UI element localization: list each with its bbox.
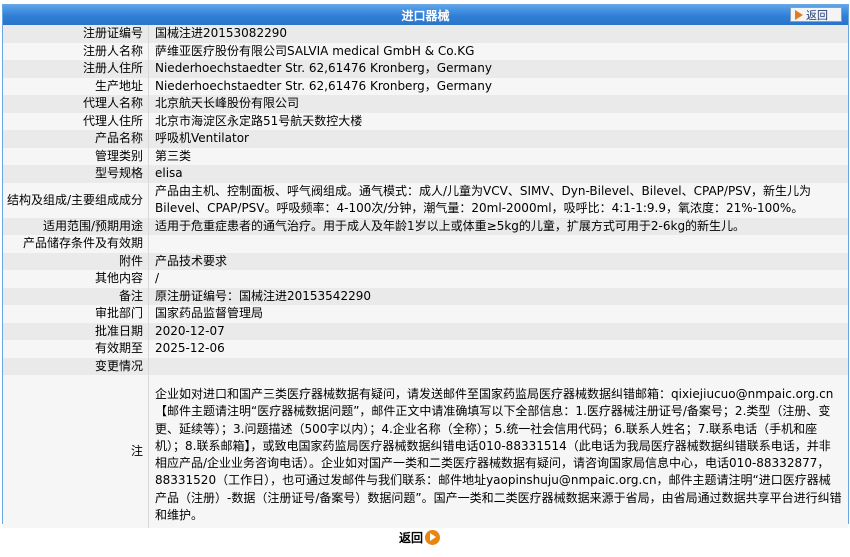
table-row: 批准日期 2020-12-07 <box>3 322 848 340</box>
detail-panel: 进口器械 返回 注册证编号 国械注进20153082290 注册人名称 萨维亚医疗股… <box>2 4 849 528</box>
row-value: 国家药品监督管理局 <box>149 305 848 323</box>
table-row: 注册证编号 国械注进20153082290 <box>3 25 848 43</box>
note-label: 注 <box>3 375 149 528</box>
row-label: 产品名称 <box>3 130 149 148</box>
row-label: 代理人住所 <box>3 112 149 130</box>
row-label: 管理类别 <box>3 147 149 165</box>
table-row: 审批部门 国家药品监督管理局 <box>3 305 848 323</box>
back-button-top[interactable]: 返回 <box>790 7 842 22</box>
row-value: 北京航天长峰股份有限公司 <box>149 95 848 113</box>
table-row: 生产地址 Niederhoechstaedter Str. 62,61476 Kr… <box>3 77 848 95</box>
row-label: 生产地址 <box>3 77 149 95</box>
row-value: 产品技术要求 <box>149 252 848 270</box>
page-title: 进口器械 <box>401 9 450 23</box>
row-value: / <box>149 270 848 288</box>
row-value: 2020-12-07 <box>149 322 848 340</box>
row-label: 代理人名称 <box>3 95 149 113</box>
row-value: 北京市海淀区永定路51号航天数控大楼 <box>149 112 848 130</box>
row-label: 审批部门 <box>3 305 149 323</box>
info-table: 注册证编号 国械注进20153082290 注册人名称 萨维亚医疗股份有限公司SAL… <box>3 25 848 528</box>
row-value: 呼吸机Ventilator <box>149 130 848 148</box>
row-label: 产品储存条件及有效期 <box>3 235 149 253</box>
row-value: Niederhoechstaedter Str. 62,61476 Kronbe… <box>149 77 848 95</box>
table-row: 产品储存条件及有效期 <box>3 235 848 253</box>
table-row: 适用范围/预期用途 适用于危重症患者的通气治疗。用于成人及年龄1岁以上或体重≥5k… <box>3 217 848 235</box>
row-value: elisa <box>149 165 848 183</box>
row-value: Niederhoechstaedter Str. 62,61476 Kronbe… <box>149 60 848 78</box>
row-label: 变更情况 <box>3 357 149 375</box>
table-row: 注册人住所 Niederhoechstaedter Str. 62,61476 K… <box>3 60 848 78</box>
back-bottom-label: 返回 <box>399 530 424 545</box>
row-value: 国械注进20153082290 <box>149 25 848 43</box>
arrow-right-icon <box>795 9 803 20</box>
row-value <box>149 357 848 375</box>
table-row: 代理人名称 北京航天长峰股份有限公司 <box>3 95 848 113</box>
row-value: 原注册证编号：国械注进20153542290 <box>149 287 848 305</box>
row-value: 适用于危重症患者的通气治疗。用于成人及年龄1岁以上或体重≥5kg的儿童，扩展方式… <box>149 217 848 235</box>
row-label: 结构及组成/主要组成成分 <box>3 182 149 218</box>
table-row: 结构及组成/主要组成成分 产品由主机、控制面板、呼气阀组成。通气模式：成人/儿童为… <box>3 182 848 218</box>
row-label: 注册人住所 <box>3 60 149 78</box>
row-label: 附件 <box>3 252 149 270</box>
row-value <box>149 235 848 253</box>
row-label: 型号规格 <box>3 165 149 183</box>
row-label: 注册证编号 <box>3 25 149 43</box>
row-label: 注册人名称 <box>3 42 149 60</box>
row-label: 备注 <box>3 287 149 305</box>
title-bar: 进口器械 返回 <box>3 5 848 25</box>
note-text: 企业如对进口和国产三类医疗器械数据有疑问，请发送邮件至国家药监局医疗器械数据纠错… <box>149 375 848 528</box>
note-row: 注企业如对进口和国产三类医疗器械数据有疑问，请发送邮件至国家药监局医疗器械数据纠… <box>3 375 848 528</box>
table-row: 注册人名称 萨维亚医疗股份有限公司SALVIA medical GmbH & Co… <box>3 42 848 60</box>
table-row: 其他内容 / <box>3 270 848 288</box>
table-row: 附件 产品技术要求 <box>3 252 848 270</box>
row-label: 批准日期 <box>3 322 149 340</box>
table-row: 产品名称 呼吸机Ventilator <box>3 130 848 148</box>
row-value: 2025-12-06 <box>149 340 848 358</box>
table-row: 管理类别 第三类 <box>3 147 848 165</box>
row-label: 其他内容 <box>3 270 149 288</box>
back-button-bottom[interactable]: 返回 <box>399 528 441 546</box>
row-label: 有效期至 <box>3 340 149 358</box>
row-value: 第三类 <box>149 147 848 165</box>
row-value: 产品由主机、控制面板、呼气阀组成。通气模式：成人/儿童为VCV、SIMV、Dyn… <box>149 182 848 218</box>
table-row: 有效期至 2025-12-06 <box>3 340 848 358</box>
table-row: 代理人住所 北京市海淀区永定路51号航天数控大楼 <box>3 112 848 130</box>
table-row: 变更情况 <box>3 357 848 375</box>
back-button-label: 返回 <box>806 8 828 22</box>
row-value: 萨维亚医疗股份有限公司SALVIA medical GmbH & Co.KG <box>149 42 848 60</box>
arrow-circle-icon <box>425 529 441 545</box>
table-row: 型号规格 elisa <box>3 165 848 183</box>
table-row: 备注 原注册证编号：国械注进20153542290 <box>3 287 848 305</box>
row-label: 适用范围/预期用途 <box>3 217 149 235</box>
